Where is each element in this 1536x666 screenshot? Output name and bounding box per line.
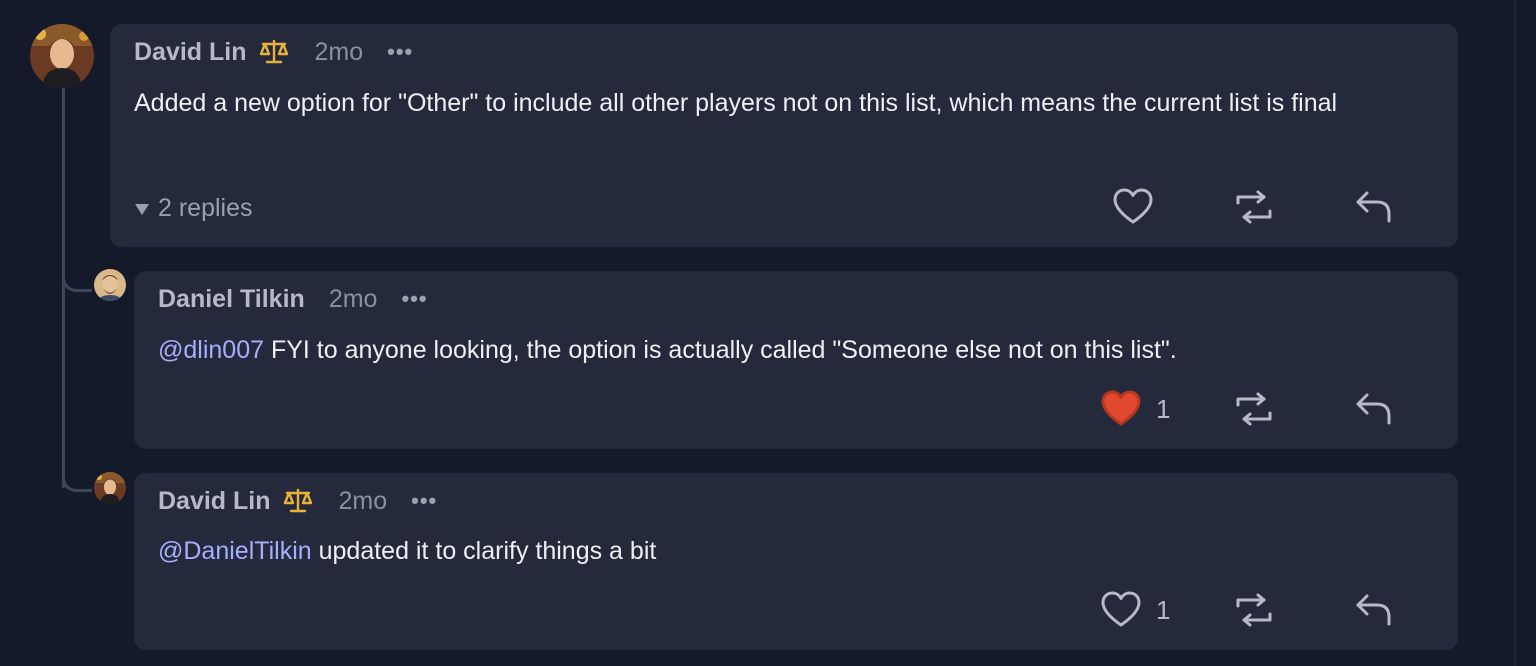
reply-button[interactable] <box>1355 391 1393 427</box>
replies-count: 2 replies <box>158 193 253 222</box>
timestamp: 2mo <box>328 284 378 313</box>
comment-text-body: updated it to clarify things a bit <box>311 537 657 565</box>
heart-icon <box>1100 590 1142 630</box>
repost-button[interactable] <box>1234 593 1274 627</box>
repost-icon <box>1234 190 1274 224</box>
reply-icon <box>1355 391 1393 427</box>
thread-branch <box>62 262 92 292</box>
like-count: 1 <box>1156 594 1171 625</box>
heart-icon <box>1112 187 1154 227</box>
author-name[interactable]: David Lin <box>158 487 271 516</box>
comment-text: @dlin007 FYI to anyone looking, the opti… <box>158 328 1438 373</box>
more-options-button[interactable]: ••• <box>411 488 437 514</box>
avatar[interactable] <box>94 269 126 301</box>
timestamp: 2mo <box>314 37 364 66</box>
comment-text: @DanielTilkin updated it to clarify thin… <box>158 529 1438 574</box>
like-button[interactable] <box>1112 187 1168 227</box>
user-mention[interactable]: @dlin007 <box>158 336 264 364</box>
reply-icon <box>1355 189 1393 225</box>
comment-header: Daniel Tilkin 2mo ••• <box>158 279 428 319</box>
heart-icon <box>1100 389 1142 429</box>
author-name[interactable]: David Lin <box>134 38 247 67</box>
author-name[interactable]: Daniel Tilkin <box>158 285 305 314</box>
thread-branch <box>62 462 92 492</box>
repost-icon <box>1234 593 1274 627</box>
reply-button[interactable] <box>1355 592 1393 628</box>
divider <box>1514 0 1516 666</box>
toggle-replies-button[interactable]: 2 replies <box>134 188 253 228</box>
comment-text-body: FYI to anyone looking, the option is act… <box>264 336 1177 364</box>
user-mention[interactable]: @DanielTilkin <box>158 537 312 565</box>
comment-header: David Lin 2mo ••• <box>158 481 437 521</box>
timestamp: 2mo <box>338 486 388 515</box>
avatar[interactable] <box>94 472 126 504</box>
repost-icon <box>1234 392 1274 426</box>
like-button[interactable]: 1 <box>1100 590 1170 630</box>
more-options-button[interactable]: ••• <box>387 39 413 65</box>
reply-button[interactable] <box>1355 189 1393 225</box>
repost-button[interactable] <box>1234 190 1274 224</box>
avatar[interactable] <box>30 24 94 88</box>
like-count: 1 <box>1156 393 1171 424</box>
caret-down-icon <box>134 194 150 223</box>
reply-icon <box>1355 592 1393 628</box>
comment-header: David Lin 2mo ••• <box>134 32 413 72</box>
scales-icon <box>259 39 289 65</box>
like-button[interactable]: 1 <box>1100 389 1170 429</box>
comment-text: Added a new option for "Other" to includ… <box>134 89 1338 117</box>
scales-icon <box>283 488 313 514</box>
repost-button[interactable] <box>1234 392 1274 426</box>
more-options-button[interactable]: ••• <box>401 286 427 312</box>
